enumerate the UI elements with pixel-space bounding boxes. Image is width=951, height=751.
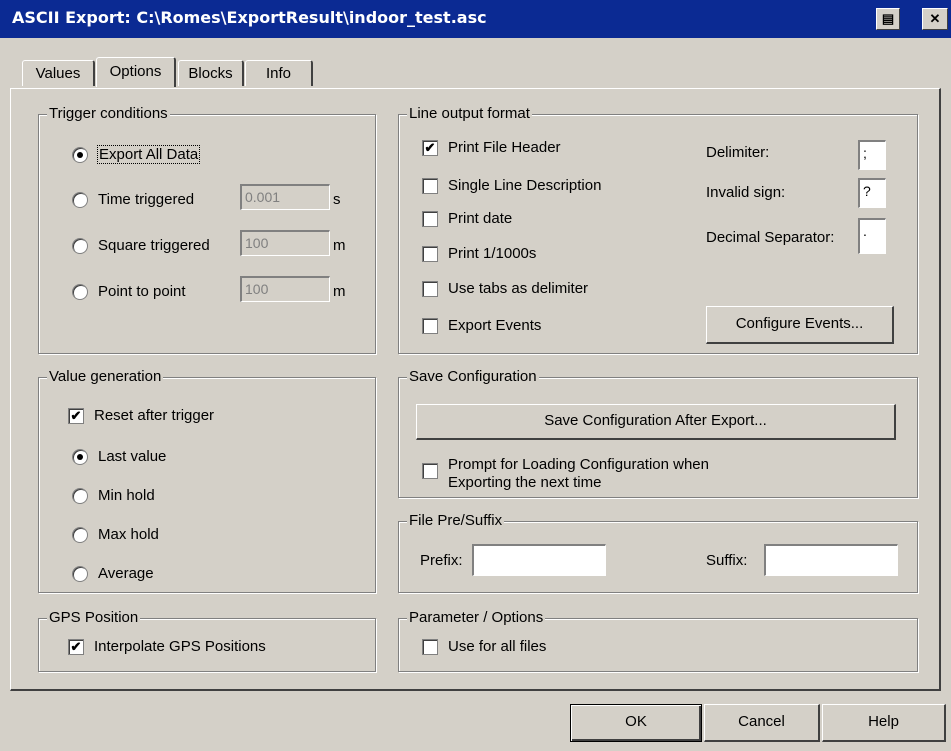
tab-options[interactable]: Options bbox=[96, 57, 176, 87]
checkbox-indicator[interactable] bbox=[422, 211, 438, 228]
print-file-header-checkbox[interactable]: ✔ Print File Header bbox=[422, 138, 561, 158]
prompt-loading-config-checkbox[interactable] bbox=[422, 462, 448, 480]
radio-indicator[interactable] bbox=[72, 284, 88, 301]
radio-label: Average bbox=[98, 565, 154, 583]
radio-last-value[interactable]: Last value bbox=[72, 447, 166, 467]
checkbox-indicator[interactable] bbox=[422, 178, 438, 195]
checkbox-indicator[interactable] bbox=[422, 246, 438, 263]
checkbox-label: Use tabs as delimiter bbox=[448, 280, 589, 298]
time-unit: s bbox=[333, 191, 341, 208]
prefix-label: Prefix: bbox=[420, 552, 463, 569]
group-title: Trigger conditions bbox=[47, 105, 170, 123]
export-events-checkbox[interactable]: Export Events bbox=[422, 316, 541, 336]
radio-indicator[interactable] bbox=[72, 527, 88, 544]
checkbox-label: Interpolate GPS Positions bbox=[94, 638, 266, 656]
radio-indicator[interactable] bbox=[72, 566, 88, 583]
suffix-input[interactable] bbox=[764, 544, 898, 576]
checkbox-label: Export Events bbox=[448, 317, 542, 335]
square-triggered-input[interactable]: 100 bbox=[240, 230, 330, 256]
ok-button[interactable]: OK bbox=[570, 704, 702, 742]
checkbox-label: Single Line Description bbox=[448, 177, 602, 195]
point-to-point-input[interactable]: 100 bbox=[240, 276, 330, 302]
use-for-all-files-checkbox[interactable]: Use for all files bbox=[422, 637, 546, 657]
print-1-1000s-checkbox[interactable]: Print 1/1000s bbox=[422, 244, 536, 264]
invalid-sign-label: Invalid sign: bbox=[706, 184, 786, 201]
cancel-button[interactable]: Cancel bbox=[704, 704, 820, 742]
use-tabs-delimiter-checkbox[interactable]: Use tabs as delimiter bbox=[422, 279, 588, 299]
radio-indicator[interactable] bbox=[72, 192, 88, 209]
radio-indicator[interactable] bbox=[72, 488, 88, 505]
time-triggered-input[interactable]: 0.001 bbox=[240, 184, 330, 210]
radio-indicator[interactable] bbox=[72, 147, 88, 164]
help-button[interactable]: Help bbox=[822, 704, 946, 742]
checkbox-label: Use for all files bbox=[448, 638, 547, 656]
delimiter-label: Delimiter: bbox=[706, 144, 770, 161]
delimiter-input[interactable]: ; bbox=[858, 140, 886, 170]
window-title: ASCII Export: C:\Romes\ExportResult\indo… bbox=[12, 8, 487, 27]
checkbox-indicator[interactable]: ✔ bbox=[422, 140, 438, 157]
group-title: GPS Position bbox=[47, 609, 141, 627]
group-title: Parameter / Options bbox=[407, 609, 546, 627]
radio-max-hold[interactable]: Max hold bbox=[72, 525, 159, 545]
checkbox-indicator[interactable] bbox=[422, 318, 438, 335]
radio-label: Point to point bbox=[98, 283, 186, 301]
checkbox-label: Print 1/1000s bbox=[448, 245, 537, 263]
prompt-line-1: Prompt for Loading Configuration when bbox=[448, 456, 709, 473]
reset-after-trigger-checkbox[interactable]: ✔ Reset after trigger bbox=[68, 406, 214, 426]
checkbox-indicator[interactable] bbox=[422, 463, 438, 480]
radio-average[interactable]: Average bbox=[72, 564, 154, 584]
checkbox-indicator[interactable] bbox=[422, 281, 438, 298]
checkbox-indicator[interactable]: ✔ bbox=[68, 639, 84, 656]
radio-point-to-point[interactable]: Point to point bbox=[72, 282, 186, 302]
print-date-checkbox[interactable]: Print date bbox=[422, 209, 512, 229]
checkbox-label: Print File Header bbox=[448, 139, 561, 157]
checkbox-label: Print date bbox=[448, 210, 513, 228]
prompt-line-2: Exporting the next time bbox=[448, 474, 602, 491]
tab-values[interactable]: Values bbox=[22, 60, 95, 86]
radio-label: Square triggered bbox=[98, 237, 210, 255]
print-icon[interactable]: ▤ bbox=[876, 8, 900, 30]
close-icon[interactable]: ✕ bbox=[922, 8, 948, 30]
group-title: Value generation bbox=[47, 368, 164, 386]
group-title: File Pre/Suffix bbox=[407, 512, 505, 530]
radio-square-triggered[interactable]: Square triggered bbox=[72, 236, 210, 256]
configure-events-button[interactable]: Configure Events... bbox=[706, 306, 894, 344]
save-config-after-export-button[interactable]: Save Configuration After Export... bbox=[416, 404, 896, 440]
group-title: Save Configuration bbox=[407, 368, 539, 386]
single-line-description-checkbox[interactable]: Single Line Description bbox=[422, 176, 601, 196]
title-bar[interactable]: ASCII Export: C:\Romes\ExportResult\indo… bbox=[0, 0, 951, 38]
decimal-separator-input[interactable]: . bbox=[858, 218, 886, 254]
radio-label: Min hold bbox=[98, 487, 155, 505]
radio-time-triggered[interactable]: Time triggered bbox=[72, 190, 194, 210]
checkbox-label: Reset after trigger bbox=[94, 407, 215, 425]
prefix-input[interactable] bbox=[472, 544, 606, 576]
square-unit: m bbox=[333, 237, 346, 254]
radio-indicator[interactable] bbox=[72, 238, 88, 255]
group-title: Line output format bbox=[407, 105, 532, 123]
radio-label: Max hold bbox=[98, 526, 159, 544]
radio-label: Last value bbox=[98, 448, 167, 466]
radio-export-all-data[interactable]: Export All Data bbox=[72, 145, 201, 165]
suffix-label: Suffix: bbox=[706, 552, 748, 569]
interpolate-gps-checkbox[interactable]: ✔ Interpolate GPS Positions bbox=[68, 637, 266, 657]
radio-indicator[interactable] bbox=[72, 449, 88, 466]
invalid-sign-input[interactable]: ? bbox=[858, 178, 886, 208]
radio-label: Time triggered bbox=[98, 191, 195, 209]
tab-blocks[interactable]: Blocks bbox=[178, 60, 244, 86]
tab-info[interactable]: Info bbox=[245, 60, 313, 86]
radio-label: Export All Data bbox=[96, 145, 201, 165]
radio-min-hold[interactable]: Min hold bbox=[72, 486, 155, 506]
prompt-loading-config-label: Prompt for Loading Configuration when Ex… bbox=[448, 456, 709, 492]
checkbox-indicator[interactable]: ✔ bbox=[68, 408, 84, 425]
checkbox-indicator[interactable] bbox=[422, 639, 438, 656]
decimal-separator-label: Decimal Separator: bbox=[706, 229, 835, 246]
point-unit: m bbox=[333, 283, 346, 300]
